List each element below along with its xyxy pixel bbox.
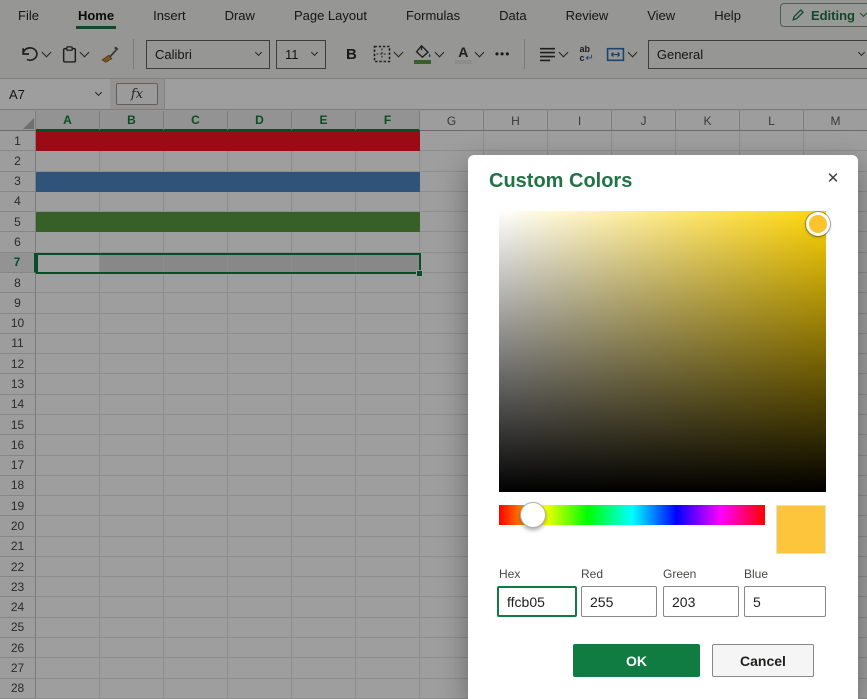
custom-colors-dialog: Custom Colors ✕ Hex Red Green Blue OK Ca… [468, 155, 858, 699]
green-input[interactable] [663, 586, 739, 617]
color-preview-swatch [776, 505, 826, 554]
saturation-value-picker[interactable] [499, 211, 826, 492]
ok-button[interactable]: OK [573, 644, 700, 677]
close-button[interactable]: ✕ [818, 163, 848, 193]
dialog-title: Custom Colors [489, 170, 632, 193]
red-input[interactable] [581, 586, 657, 617]
hex-input[interactable] [497, 586, 577, 617]
hue-slider-thumb[interactable] [520, 502, 546, 528]
green-label: Green [663, 567, 696, 581]
blue-input[interactable] [744, 586, 826, 617]
saturation-value-thumb[interactable] [806, 212, 830, 236]
close-icon: ✕ [827, 169, 840, 187]
hex-label: Hex [499, 567, 520, 581]
red-label: Red [581, 567, 603, 581]
cancel-button[interactable]: Cancel [712, 644, 814, 677]
blue-label: Blue [744, 567, 768, 581]
